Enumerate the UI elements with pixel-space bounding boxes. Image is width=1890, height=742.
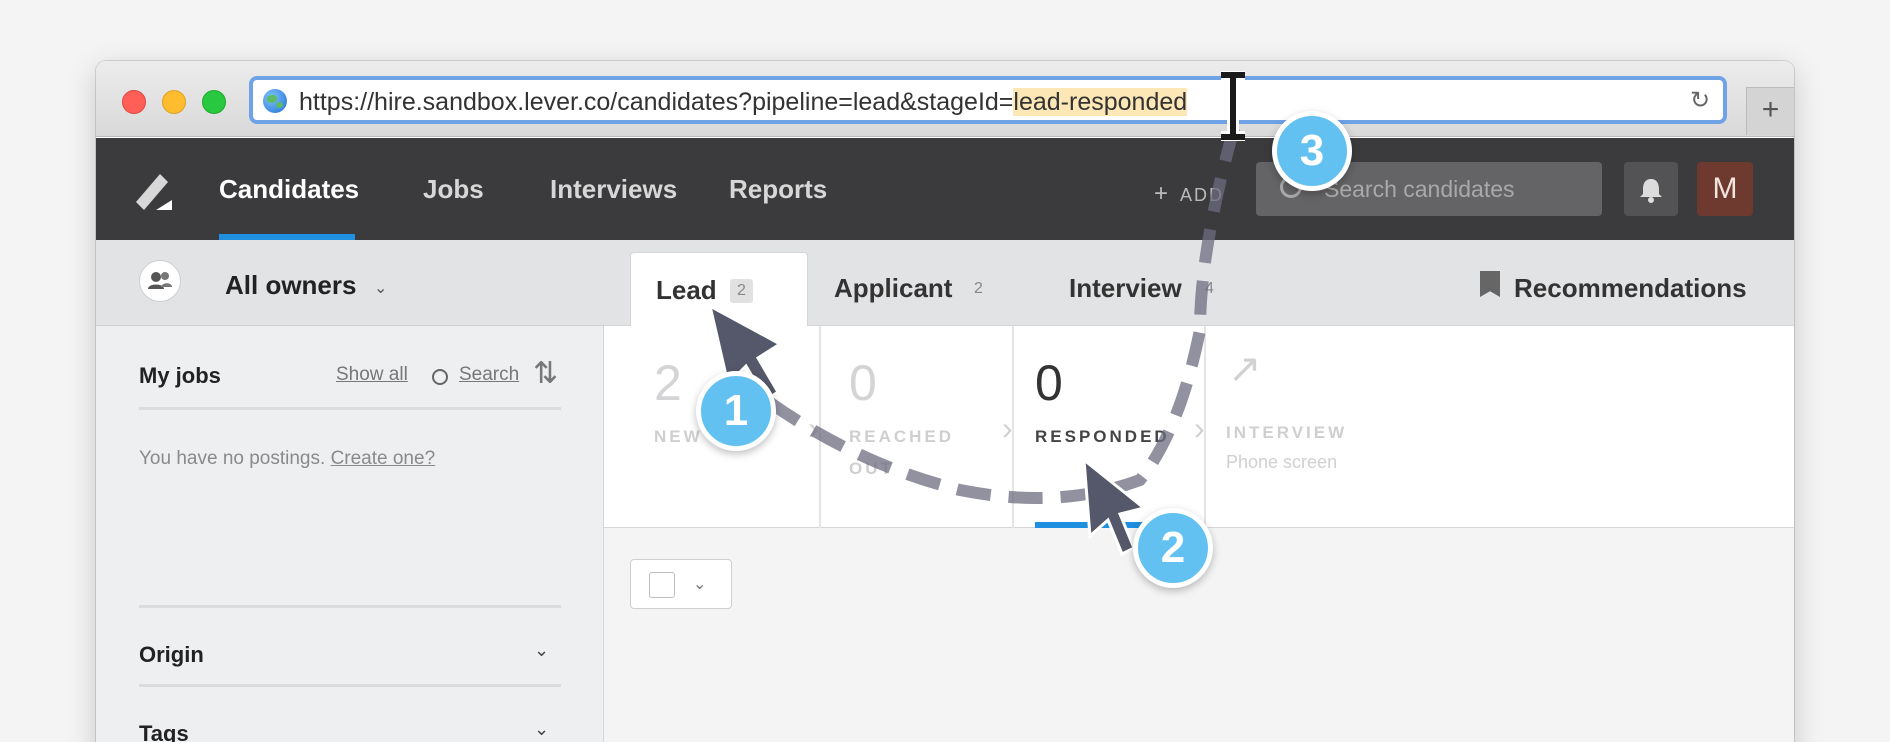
stage-name: RESPONDED xyxy=(1035,427,1170,446)
stage-count: 2 xyxy=(654,355,682,411)
chevron-right-icon: › xyxy=(1194,410,1205,446)
url-prefix: https://hire.sandbox.lever.co/candidates… xyxy=(299,88,1014,116)
stage-responded[interactable]: 0 RESPONDED xyxy=(1014,326,1204,528)
step-badge-2: 2 xyxy=(1133,508,1213,588)
tab-label: Lead xyxy=(656,275,717,305)
people-icon xyxy=(139,260,181,302)
pipeline-tabs: Lead 2 Applicant 2 Interview 4 Recommend… xyxy=(604,240,1794,327)
divider xyxy=(139,684,561,687)
tab-count: 4 xyxy=(1205,280,1214,297)
url-stage-id-highlight: lead-responded xyxy=(1013,88,1188,116)
stage-count: 0 xyxy=(1035,355,1063,411)
tab-interview[interactable]: Interview 4 xyxy=(1069,240,1239,326)
stage-subtitle: Phone screen xyxy=(1226,452,1338,472)
arrow-up-right-icon: ↗ xyxy=(1228,347,1262,391)
notifications-button[interactable] xyxy=(1624,162,1678,216)
zoom-window-button[interactable] xyxy=(202,90,226,114)
chevron-down-icon: ⌄ xyxy=(374,280,388,297)
nav-interviews[interactable]: Interviews xyxy=(550,174,677,205)
owners-filter-label: All owners xyxy=(225,270,357,300)
plus-icon: + xyxy=(1154,180,1169,207)
chevron-down-icon[interactable]: ⌄ xyxy=(693,574,706,594)
browser-window: https://hire.sandbox.lever.co/candidates… xyxy=(96,61,1794,742)
chevron-down-icon[interactable]: ⌄ xyxy=(534,640,549,661)
search-icon xyxy=(432,369,448,385)
recommendations-link[interactable]: Recommendations xyxy=(1514,273,1747,304)
text-cursor-icon xyxy=(1221,71,1245,141)
chevron-right-icon: › xyxy=(1002,410,1013,446)
filters-sidebar: All owners ⌄ My jobs Show all Search ⇅ Y… xyxy=(96,240,604,742)
pipeline-stages: 2 NEW › 0 REACHED OUT › 0 RESPONDED › ↗ … xyxy=(604,326,1794,528)
minimize-window-button[interactable] xyxy=(162,90,186,114)
bookmark-icon xyxy=(1480,271,1500,297)
new-tab-button[interactable]: + xyxy=(1746,87,1794,135)
nav-reports[interactable]: Reports xyxy=(729,174,827,205)
reload-icon[interactable]: ↻ xyxy=(1687,88,1713,114)
sort-icon[interactable]: ⇅ xyxy=(533,356,558,391)
app-header: Candidates Jobs Interviews Reports + ADD … xyxy=(96,138,1794,240)
stage-interview-phone-screen[interactable]: ↗ INTERVIEW Phone screen xyxy=(1206,326,1426,528)
lever-logo-icon[interactable] xyxy=(132,168,176,212)
add-button[interactable]: + ADD xyxy=(1154,180,1224,208)
tab-label: Interview xyxy=(1069,273,1182,303)
stage-name: OUT xyxy=(849,459,894,478)
url-text[interactable]: https://hire.sandbox.lever.co/candidates… xyxy=(299,88,1188,117)
nav-jobs[interactable]: Jobs xyxy=(423,174,484,205)
tab-count: 2 xyxy=(974,280,983,297)
step-badge-1: 1 xyxy=(696,371,776,451)
select-all-checkbox[interactable] xyxy=(649,572,675,598)
tab-count: 2 xyxy=(730,279,753,303)
tags-facet[interactable]: Tags xyxy=(139,721,189,742)
step-badge-3: 3 xyxy=(1272,111,1352,191)
chevron-down-icon[interactable]: ⌄ xyxy=(534,719,549,740)
my-jobs-heading: My jobs xyxy=(139,363,221,388)
tab-applicant[interactable]: Applicant 2 xyxy=(834,240,1024,326)
bell-icon xyxy=(1640,179,1662,203)
nav-candidates[interactable]: Candidates xyxy=(219,174,359,205)
tab-label: Applicant xyxy=(834,273,953,303)
jobs-search-link[interactable]: Search xyxy=(459,364,519,386)
close-window-button[interactable] xyxy=(122,90,146,114)
origin-facet[interactable]: Origin xyxy=(139,642,204,668)
user-avatar[interactable]: M xyxy=(1697,162,1753,216)
stage-name: INTERVIEW xyxy=(1226,423,1348,442)
globe-icon xyxy=(263,89,287,113)
divider xyxy=(139,407,561,410)
chevron-right-icon: › xyxy=(808,410,819,446)
browser-toolbar: https://hire.sandbox.lever.co/candidates… xyxy=(96,61,1794,137)
stage-reached-out[interactable]: 0 REACHED OUT xyxy=(821,326,1011,528)
bulk-select-dropdown[interactable]: ⌄ xyxy=(630,559,732,609)
show-all-link[interactable]: Show all xyxy=(336,364,408,386)
stage-count: 0 xyxy=(849,355,877,411)
add-label: ADD xyxy=(1180,185,1225,205)
stage-name: REACHED xyxy=(849,427,955,446)
tab-lead[interactable]: Lead 2 xyxy=(630,252,808,327)
no-postings-message: You have no postings. Create one? xyxy=(139,448,435,470)
stage-name: NEW xyxy=(654,427,703,446)
address-bar[interactable]: https://hire.sandbox.lever.co/candidates… xyxy=(249,76,1727,124)
divider xyxy=(139,605,561,608)
search-placeholder: Search candidates xyxy=(1324,176,1515,202)
owners-filter[interactable]: All owners ⌄ xyxy=(96,240,604,326)
no-postings-text: You have no postings. xyxy=(139,448,326,469)
create-posting-link[interactable]: Create one? xyxy=(331,448,436,469)
